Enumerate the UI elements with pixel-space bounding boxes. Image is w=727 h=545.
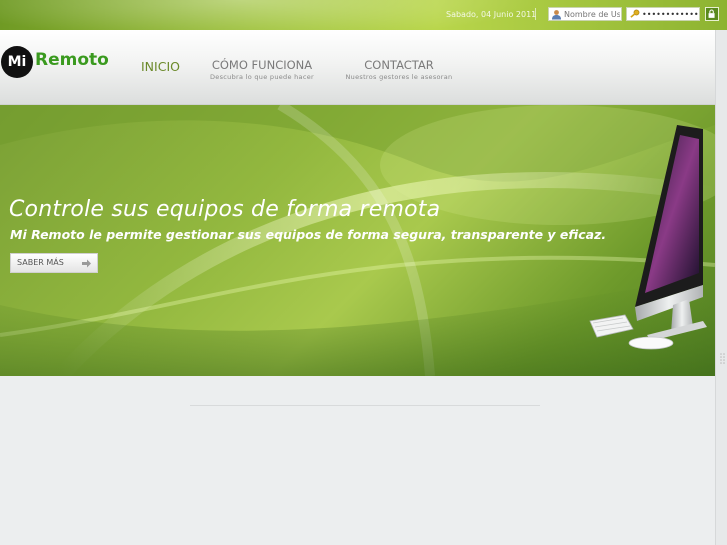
topbar-separator — [535, 8, 536, 20]
logo-text: Remoto — [35, 50, 109, 70]
login-button[interactable] — [705, 7, 719, 21]
nav-como-funciona-label: CÓMO FUNCIONA — [211, 58, 313, 72]
nav-item-contactar[interactable]: CONTACTAR Nuestros gestores le asesoran — [343, 58, 455, 81]
scroll-grip-icon[interactable] — [719, 352, 726, 366]
nav-item-como-funciona[interactable]: CÓMO FUNCIONA Descubra lo que puede hace… — [208, 58, 316, 81]
page-scrollbar[interactable] — [715, 30, 727, 545]
hero-title: Controle sus equipos de forma remota — [9, 197, 441, 222]
nav-contactar-subtitle: Nuestros gestores le asesoran — [345, 73, 453, 81]
saber-mas-button[interactable]: SABER MÁS — [10, 253, 98, 273]
saber-mas-label: SABER MÁS — [17, 258, 64, 267]
username-input[interactable] — [564, 8, 620, 20]
lock-icon — [708, 9, 715, 18]
user-icon — [552, 10, 561, 20]
nav-inicio-label: INICIO — [141, 59, 180, 74]
imac-illustration — [589, 125, 707, 350]
nav-contactar-label: CONTACTAR — [364, 58, 434, 72]
nav-item-inicio[interactable]: INICIO — [141, 59, 180, 74]
username-field[interactable] — [548, 7, 622, 21]
site-header: Mi Remoto INICIO CÓMO FUNCIONA Descubra … — [0, 30, 727, 105]
mi-logo-icon: Mi — [1, 46, 33, 78]
password-input[interactable] — [642, 8, 698, 20]
page-content — [0, 376, 715, 545]
password-field[interactable] — [626, 7, 700, 21]
key-icon — [630, 9, 640, 18]
top-bar: Sabado, 04 Junio 2011 — [0, 0, 727, 30]
hero-subtitle: Mi Remoto le permite gestionar sus equip… — [10, 227, 607, 242]
nav-como-funciona-subtitle: Descubra lo que puede hacer — [210, 73, 314, 81]
current-date: Sabado, 04 Junio 2011 — [446, 10, 537, 19]
arrow-right-icon — [82, 259, 91, 268]
hero-banner: Controle sus equipos de forma remota Mi … — [0, 105, 715, 376]
content-divider — [190, 405, 540, 406]
